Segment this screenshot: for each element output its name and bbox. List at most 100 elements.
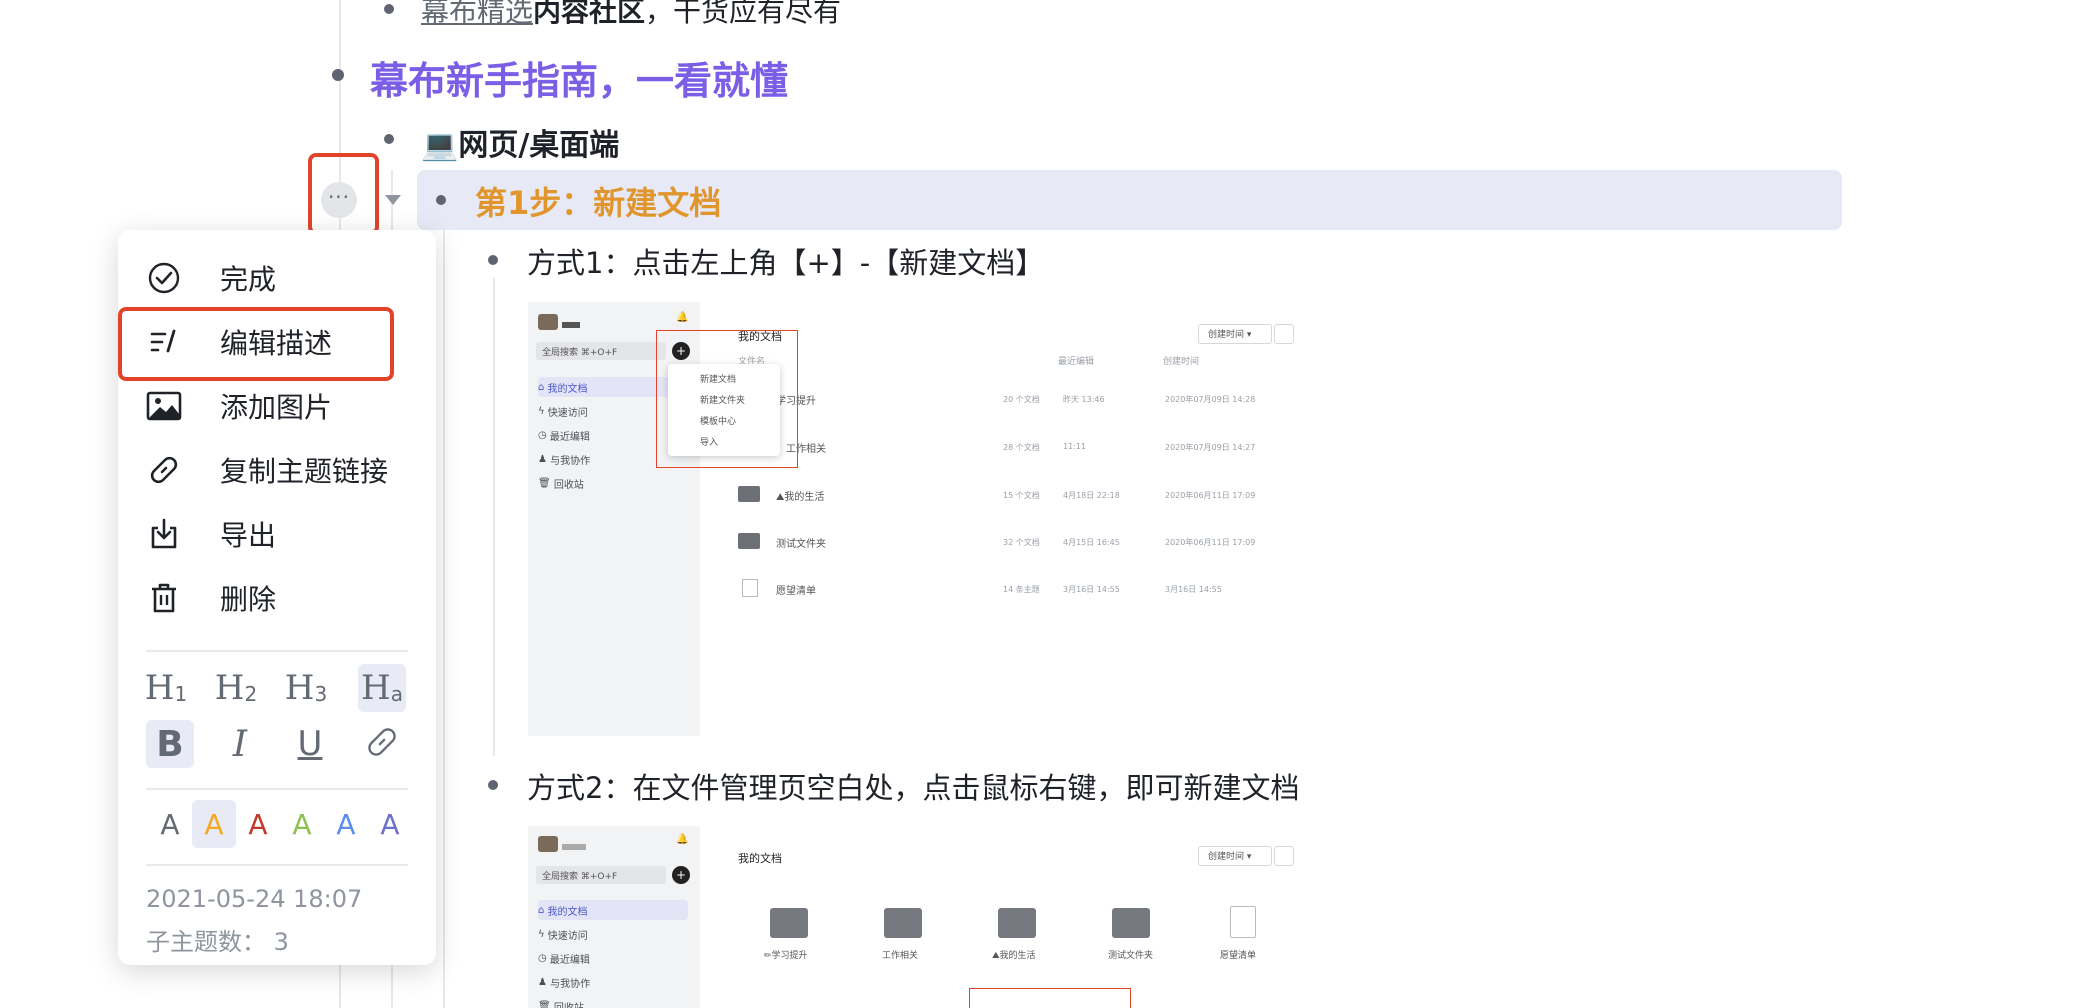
mock-row-count: 20 个文档 [1003, 395, 1040, 404]
mock-sort-text: 创建时间 ▾ [1208, 852, 1252, 862]
italic-button[interactable]: I [216, 720, 264, 768]
text-color-default[interactable]: A [148, 800, 192, 848]
item-text: ，干货应有尽有 [645, 0, 842, 28]
heading-normal-button[interactable]: Ha [358, 664, 406, 712]
screenshot-file-manager: 🔔 全局搜索 ⌘+O+F + ⌂ 我的文档 ϟ 快速访问 ◷ 最近编辑 ♟ 与我… [528, 826, 1298, 1008]
text-color-purple[interactable]: A [368, 800, 412, 848]
underline-button[interactable]: U [286, 720, 334, 768]
mock-row-count: 32 个文档 [1003, 538, 1040, 547]
menu-item-delete[interactable]: 删除 [146, 574, 416, 622]
mock-folder-name: 工作相关 [882, 951, 919, 961]
outline-item-platform[interactable]: 💻网页/桌面端 [421, 120, 619, 164]
link-button[interactable] [358, 720, 406, 768]
menu-item-add-image[interactable]: 添加图片 [146, 382, 416, 430]
mock-row-edited: 11:11 [1063, 442, 1087, 451]
outline-guide-line [443, 222, 445, 1008]
mock-row-created: 2020年07月09日 14:28 [1165, 395, 1256, 404]
outline-item-method2[interactable]: 方式2：在文件管理页空白处，点击鼠标右键，即可新建文档 [527, 765, 1299, 807]
mock-sidebar-item: ⌂ 我的文档 [538, 900, 688, 920]
highlight-box-more-button [308, 153, 379, 235]
mock-sidebar-item: ϟ 快速访问 [538, 928, 588, 942]
bold-button[interactable]: B [146, 720, 194, 768]
mock-folder-name: ⛰我的生活 [992, 951, 1036, 961]
outline-item-method1[interactable]: 方式1：点击左上角【+】-【新建文档】 [527, 240, 1044, 282]
menu-item-label: 导出 [220, 519, 277, 552]
bullet[interactable] [384, 4, 394, 14]
mock-view-toggle [1274, 324, 1294, 344]
collapse-triangle-icon[interactable] [385, 195, 401, 205]
mock-row-created: 3月16日 14:55 [1165, 585, 1222, 594]
heading-3-button[interactable]: H3 [282, 664, 330, 712]
trash-icon [146, 580, 182, 616]
mock-row-created: 2020年06月11日 17:09 [1165, 538, 1256, 547]
text-color-blue[interactable]: A [324, 800, 368, 848]
mock-username-dots [562, 844, 586, 850]
bullet[interactable] [488, 255, 498, 265]
mock-folder-name: 测试文件夹 [1108, 951, 1154, 961]
mock-row-edited: 3月16日 14:55 [1063, 585, 1120, 594]
mock-avatar [538, 314, 558, 330]
mock-row-count: 15 个文档 [1003, 491, 1040, 500]
export-icon [146, 516, 182, 552]
mock-view-toggle [1274, 846, 1294, 866]
mock-row-created: 2020年07月09日 14:27 [1165, 443, 1256, 452]
menu-item-label: 删除 [220, 583, 277, 616]
bullet[interactable] [332, 69, 344, 81]
menu-item-label: 完成 [220, 263, 277, 296]
mock-row-edited: 昨天 13:46 [1063, 395, 1105, 404]
mock-row-edited: 4月15日 16:45 [1063, 538, 1120, 547]
highlight-box-edit-description [118, 307, 394, 381]
mock-folder-icon [1112, 908, 1150, 938]
link-icon [146, 452, 182, 488]
mock-avatar [538, 836, 558, 852]
mock-sidebar: 🔔 全局搜索 ⌘+O+F + ⌂ 我的文档 ϟ 快速访问 ◷ 最近编辑 ♟ 与我… [528, 826, 700, 1008]
mock-doc-icon [742, 579, 758, 597]
mock-username-dots [562, 322, 580, 328]
mock-folder-icon [884, 908, 922, 938]
mock-row-count: 14 条主题 [1003, 585, 1040, 594]
mock-sidebar-item: 🗑 回收站 [538, 1000, 584, 1008]
bullet[interactable] [384, 134, 394, 144]
menu-item-label: 添加图片 [220, 391, 333, 424]
heading-2-button[interactable]: H2 [212, 664, 260, 712]
mock-sidebar-item: 🗑 回收站 [538, 477, 584, 491]
screenshot-new-doc-menu: 🔔 全局搜索 ⌘+O+F + ⌂ 我的文档 ϟ 快速访问 ◷ 最近编辑 ♟ 与我… [528, 302, 1298, 736]
check-circle-icon [146, 260, 182, 296]
topic-created-date: 2021-05-24 18:07 [146, 885, 363, 913]
mock-title: 我的文档 [738, 852, 782, 865]
mock-red-highlight [656, 330, 798, 468]
mock-row-name: 测试文件夹 [776, 539, 826, 550]
mock-row-count: 28 个文档 [1003, 443, 1040, 452]
menu-item-export[interactable]: 导出 [146, 510, 416, 558]
image-icon [146, 388, 182, 424]
mock-header: 最近编辑 [1058, 357, 1095, 367]
mock-folder-name: ✏学习提升 [764, 951, 808, 961]
mock-sort-text: 创建时间 ▾ [1208, 330, 1252, 340]
featured-link[interactable]: 幕布精选 [421, 0, 533, 28]
text-color-red[interactable]: A [236, 800, 280, 848]
mock-folder-icon [738, 533, 760, 549]
mock-bell-icon: 🔔 [676, 312, 689, 323]
menu-item-copy-link[interactable]: 复制主题链接 [146, 446, 416, 494]
outline-heading-guide[interactable]: 幕布新手指南，一看就懂 [370, 50, 788, 105]
mock-folder-name: 愿望清单 [1220, 951, 1257, 961]
mock-bell-icon: 🔔 [676, 834, 689, 845]
mock-folder-icon [738, 486, 760, 502]
mock-sidebar-item: ♟ 与我协作 [538, 976, 591, 990]
mock-search-text: 全局搜索 ⌘+O+F [542, 872, 618, 882]
link-icon [364, 724, 400, 764]
menu-item-complete[interactable]: 完成 [146, 254, 416, 302]
mock-red-highlight [969, 988, 1131, 1008]
outline-guide-line [493, 278, 495, 756]
outline-item-community[interactable]: 幕布精选内容社区，干货应有尽有 [421, 0, 841, 30]
bullet[interactable] [488, 780, 498, 790]
bullet[interactable] [436, 195, 446, 205]
menu-divider [146, 788, 408, 790]
outline-item-step1[interactable]: 第1步：新建文档 [475, 178, 721, 224]
heading-1-button[interactable]: H1 [142, 664, 190, 712]
mock-folder-icon [998, 908, 1036, 938]
subtopic-count: 子主题数： 3 [146, 928, 289, 956]
text-color-orange[interactable]: A [192, 800, 236, 848]
text-color-green[interactable]: A [280, 800, 324, 848]
menu-divider [146, 864, 408, 866]
